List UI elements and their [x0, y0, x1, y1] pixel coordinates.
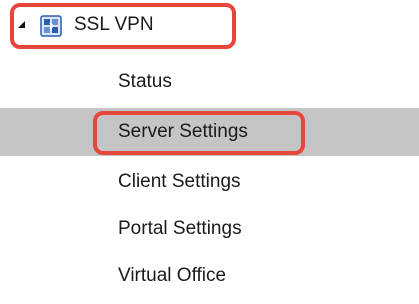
- nav-item-virtual-office[interactable]: Virtual Office: [0, 252, 419, 300]
- sslvpn-navigation-tree: SSL VPN Status Server Settings Client Se…: [0, 0, 419, 304]
- nav-item-client-settings[interactable]: Client Settings: [0, 158, 419, 206]
- nav-item-label: Portal Settings: [118, 218, 242, 239]
- nav-item-label: Virtual Office: [118, 265, 227, 286]
- nav-item-label: Client Settings: [118, 171, 241, 192]
- nav-item-status[interactable]: Status: [0, 58, 419, 106]
- triangle-expanded-icon[interactable]: [18, 21, 25, 28]
- ssl-vpn-icon: [40, 15, 62, 37]
- nav-item-portal-settings[interactable]: Portal Settings: [0, 205, 419, 253]
- sslvpn-section-header[interactable]: SSL VPN: [0, 0, 240, 52]
- nav-item-label: Status: [118, 71, 172, 92]
- nav-item-label: Server Settings: [118, 121, 248, 142]
- section-title: SSL VPN: [74, 14, 154, 35]
- nav-item-server-settings[interactable]: Server Settings: [0, 108, 419, 156]
